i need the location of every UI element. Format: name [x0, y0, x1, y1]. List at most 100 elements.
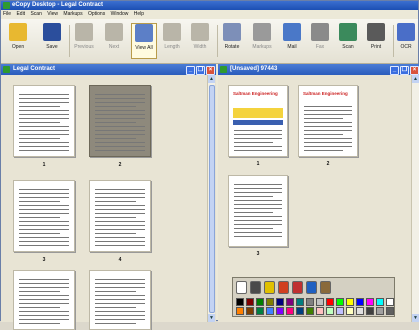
restore-button[interactable]: ❐ [196, 66, 205, 75]
next-button[interactable]: Next [101, 23, 127, 59]
markups-button[interactable]: Markups [249, 23, 275, 59]
eraser-icon[interactable] [320, 281, 331, 294]
page-thumbnail[interactable] [13, 85, 75, 157]
color-swatch[interactable] [266, 307, 274, 315]
page-thumbnail[interactable] [13, 180, 75, 252]
color-swatch[interactable] [276, 298, 284, 306]
minimize-button[interactable]: _ [186, 66, 195, 75]
color-swatch[interactable] [326, 307, 334, 315]
color-swatch[interactable] [346, 307, 354, 315]
page-thumbnail[interactable] [228, 175, 288, 247]
text-tool-icon[interactable] [250, 281, 261, 294]
text-line [19, 279, 69, 280]
select-arrow-icon[interactable] [236, 281, 247, 294]
page-thumbnail[interactable] [89, 180, 151, 252]
page-thumbnail[interactable]: Saltman Engineering [298, 85, 358, 157]
scan-button[interactable]: Scan [335, 23, 361, 59]
ocr-button[interactable]: OCR [393, 23, 419, 59]
page-thumbnail[interactable] [13, 270, 75, 330]
color-swatch[interactable] [366, 307, 374, 315]
text-line [19, 299, 69, 300]
close-button[interactable]: × [410, 66, 419, 75]
color-swatch[interactable] [256, 298, 264, 306]
scroll-up-arrow-icon[interactable]: ▲ [412, 75, 419, 83]
menu-edit[interactable]: Edit [16, 11, 25, 17]
restore-button[interactable]: ❐ [400, 66, 409, 75]
color-swatch[interactable] [346, 298, 354, 306]
color-swatch[interactable] [246, 298, 254, 306]
menu-options[interactable]: Options [88, 11, 105, 17]
page-number: 3 [256, 251, 260, 257]
color-swatch[interactable] [306, 298, 314, 306]
color-swatch[interactable] [356, 298, 364, 306]
width-button[interactable]: Width [187, 23, 213, 59]
arrow-tool-icon[interactable] [278, 281, 289, 294]
fax-button[interactable]: Fax [307, 23, 333, 59]
menu-markups[interactable]: Markups [63, 11, 82, 17]
stamp-icon[interactable] [292, 281, 303, 294]
color-swatch[interactable] [336, 307, 344, 315]
pen-icon[interactable] [306, 281, 317, 294]
color-swatch[interactable] [326, 298, 334, 306]
scroll-up-arrow-icon[interactable]: ▲ [208, 75, 215, 83]
color-swatch[interactable] [376, 298, 384, 306]
close-button[interactable]: × [206, 66, 215, 75]
color-swatch[interactable] [246, 307, 254, 315]
scroll-thumb[interactable] [209, 85, 215, 313]
floppy-disk-icon [43, 23, 61, 41]
view-all-button[interactable]: View All [131, 23, 157, 59]
right-scrollbar[interactable]: ▲ ▼ [411, 75, 419, 322]
page-thumbnail[interactable] [89, 270, 151, 330]
markup-palette [232, 277, 395, 317]
color-swatch[interactable] [286, 307, 294, 315]
next-page-icon [105, 23, 123, 41]
color-swatch[interactable] [356, 307, 364, 315]
text-line [234, 220, 282, 221]
rotate-button[interactable]: Rotate [219, 23, 245, 59]
color-swatch[interactable] [376, 307, 384, 315]
open-button[interactable]: Open [5, 23, 31, 59]
menu-scan[interactable]: Scan [30, 11, 41, 17]
color-swatch[interactable] [296, 307, 304, 315]
previous-button[interactable]: Previous [71, 23, 97, 59]
text-line [95, 130, 145, 131]
length-button[interactable]: Length [159, 23, 185, 59]
color-swatch[interactable] [236, 307, 244, 315]
color-swatch[interactable] [366, 298, 374, 306]
mail-button[interactable]: Mail [279, 23, 305, 59]
color-swatch[interactable] [336, 298, 344, 306]
menu-view[interactable]: View [47, 11, 58, 17]
text-line [95, 237, 145, 238]
save-button[interactable]: Save [39, 23, 65, 59]
text-line [95, 142, 145, 143]
page-thumbnail[interactable]: Saltman Engineering [228, 85, 288, 157]
color-swatch[interactable] [266, 298, 274, 306]
color-swatch[interactable] [236, 298, 244, 306]
menu-file[interactable]: File [3, 11, 11, 17]
page-number: 1 [256, 161, 260, 167]
minimize-button[interactable]: _ [390, 66, 399, 75]
left-scrollbar[interactable]: ▲ ▼ [207, 75, 215, 322]
page-thumbnail[interactable] [89, 85, 151, 157]
color-swatch[interactable] [316, 307, 324, 315]
menu-window[interactable]: Window [111, 11, 129, 17]
color-swatch[interactable] [386, 298, 394, 306]
color-swatch[interactable] [386, 307, 394, 315]
color-swatch[interactable] [316, 298, 324, 306]
text-line [234, 196, 273, 197]
color-swatch[interactable] [306, 307, 314, 315]
mail-envelope-icon [283, 23, 301, 41]
toolbar-separator [69, 25, 70, 57]
color-swatch[interactable] [276, 307, 284, 315]
text-line [304, 114, 352, 115]
menu-help[interactable]: Help [134, 11, 144, 17]
color-swatch[interactable] [256, 307, 264, 315]
print-button[interactable]: Print [363, 23, 389, 59]
text-line [304, 106, 352, 107]
text-line [19, 197, 69, 198]
highlighter-icon[interactable] [264, 281, 275, 294]
text-line [19, 102, 69, 103]
color-swatch[interactable] [296, 298, 304, 306]
page-number: 2 [118, 162, 122, 168]
color-swatch[interactable] [286, 298, 294, 306]
